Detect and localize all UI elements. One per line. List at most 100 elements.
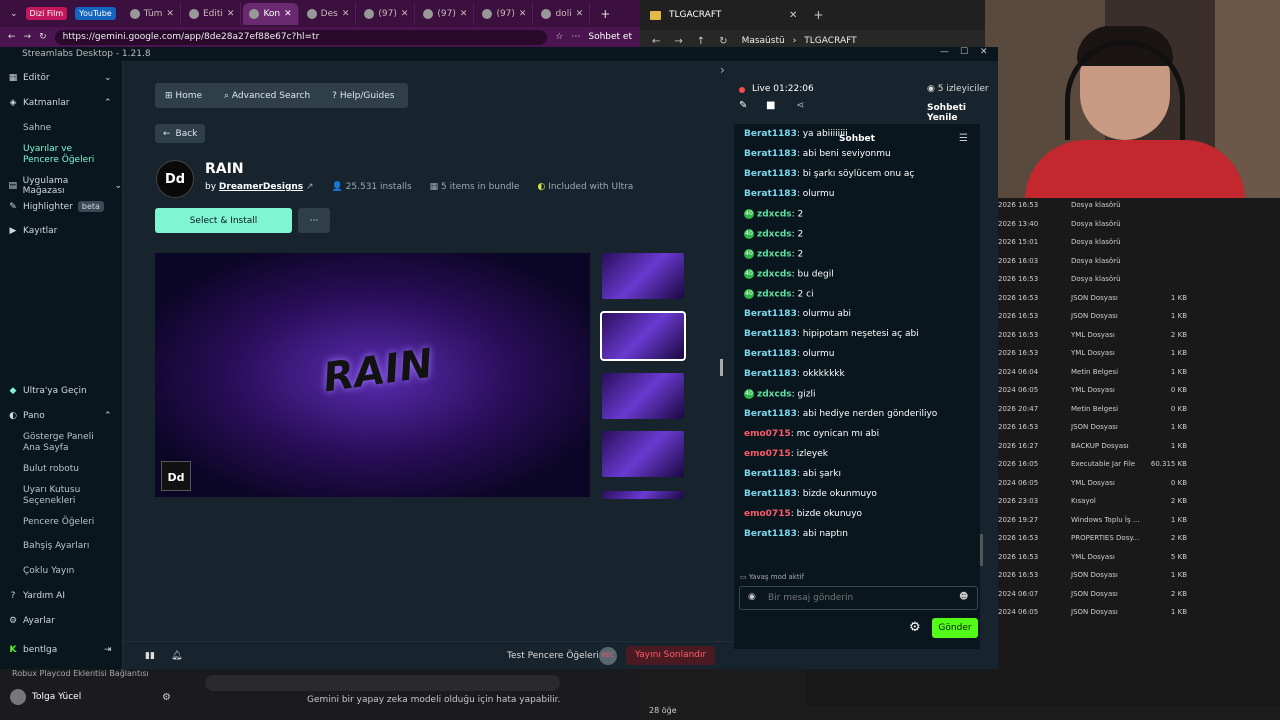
end-stream-button[interactable]: Yayını Sonlandır bbox=[626, 646, 716, 665]
browser-tab[interactable]: doli ✕ bbox=[535, 2, 591, 25]
chat-username[interactable]: emo0715 bbox=[744, 509, 791, 519]
file-size[interactable]: 60.315 KB bbox=[1143, 460, 1187, 468]
thumbnail[interactable] bbox=[602, 253, 684, 299]
chat-username[interactable]: Berat1183 bbox=[744, 329, 797, 339]
emoji-icon[interactable]: ☻ bbox=[959, 592, 968, 602]
bookmark-0[interactable]: Dizi Film bbox=[25, 7, 68, 20]
chat-username[interactable]: emo0715 bbox=[744, 449, 791, 459]
thumbnail[interactable] bbox=[600, 311, 686, 361]
file-type[interactable]: Metin Belgesi bbox=[1071, 368, 1118, 376]
file-type[interactable]: JSON Dosyası bbox=[1071, 590, 1118, 598]
close-tab-icon[interactable]: ✕ bbox=[519, 9, 527, 19]
file-type[interactable]: Metin Belgesi bbox=[1071, 405, 1118, 413]
breadcrumb-item[interactable]: TLGACRAFT bbox=[804, 36, 856, 46]
forward-arrow-icon[interactable]: → bbox=[674, 36, 682, 47]
sohbet-et-button[interactable]: Sohbet et bbox=[588, 32, 632, 42]
browser-bottom-tab[interactable]: Robux Playcod Eklentisi Bağlantısı bbox=[12, 669, 149, 678]
close-tab-icon[interactable]: ✕ bbox=[401, 9, 409, 19]
close-tab-icon[interactable]: ✕ bbox=[342, 9, 350, 19]
sidebar-dash-item[interactable]: Pencere Öğeleri bbox=[23, 517, 108, 528]
chat-username[interactable]: Berat1183 bbox=[744, 189, 797, 199]
close-tab-icon[interactable]: ✕ bbox=[166, 9, 174, 19]
chat-username[interactable]: Berat1183 bbox=[744, 309, 797, 319]
file-size[interactable]: 2 KB bbox=[1143, 497, 1187, 505]
file-type[interactable]: JSON Dosyası bbox=[1071, 294, 1118, 302]
close-icon[interactable]: ✕ bbox=[980, 47, 988, 57]
file-size[interactable]: 5 KB bbox=[1143, 553, 1187, 561]
close-tab-icon[interactable]: ✕ bbox=[576, 9, 584, 19]
close-icon[interactable]: ✕ bbox=[789, 10, 797, 21]
chat-username[interactable]: Berat1183 bbox=[744, 469, 797, 479]
browser-tab[interactable]: (97) ✕ bbox=[476, 2, 534, 25]
sidebar-dash-item[interactable]: Uyarı Kutusu Seçenekleri bbox=[23, 485, 108, 507]
file-date[interactable]: 2026 19:27 bbox=[998, 516, 1038, 524]
sidebar-item-ultra[interactable]: ◆ Ultra'ya Geçin bbox=[8, 386, 87, 396]
file-date[interactable]: 2026 16:53 bbox=[998, 423, 1038, 431]
reload-icon[interactable]: ↻ bbox=[39, 32, 47, 42]
file-type[interactable]: Windows Toplu İş ... bbox=[1071, 516, 1140, 524]
new-tab-icon[interactable]: + bbox=[813, 8, 823, 22]
file-date[interactable]: 2026 16:05 bbox=[998, 460, 1038, 468]
breadcrumb-item[interactable]: Masaüstü bbox=[742, 36, 785, 46]
file-size[interactable]: 1 KB bbox=[1143, 294, 1187, 302]
file-size[interactable]: 1 KB bbox=[1143, 423, 1187, 431]
file-date[interactable]: 2026 13:40 bbox=[998, 220, 1038, 228]
file-date[interactable]: 2026 16:53 bbox=[998, 275, 1038, 283]
file-date[interactable]: 2026 16:53 bbox=[998, 534, 1038, 542]
browser-tab[interactable]: Editi ✕ bbox=[183, 2, 242, 25]
file-type[interactable]: YML Dosyası bbox=[1071, 386, 1115, 394]
menu-dots-icon[interactable]: ⋯ bbox=[571, 32, 580, 42]
close-tab-icon[interactable]: ✕ bbox=[227, 9, 235, 19]
sidebar-item-scene[interactable]: Sahne bbox=[23, 123, 51, 133]
address-input[interactable]: https://gemini.google.com/app/8de28a27ef… bbox=[54, 29, 548, 45]
file-date[interactable]: 2026 16:53 bbox=[998, 349, 1038, 357]
thumbnail[interactable] bbox=[602, 373, 684, 419]
file-size[interactable]: 0 KB bbox=[1143, 479, 1187, 487]
minimize-icon[interactable]: — bbox=[940, 47, 949, 57]
file-size[interactable]: 1 KB bbox=[1143, 312, 1187, 320]
file-date[interactable]: 2026 16:53 bbox=[998, 553, 1038, 561]
browser-tab[interactable]: (97) ✕ bbox=[358, 2, 416, 25]
sidebar-item-dashboard[interactable]: ◐ Pano ⌃ bbox=[8, 411, 111, 421]
nav-home[interactable]: ⊞ Home bbox=[165, 91, 202, 101]
new-tab-icon[interactable]: + bbox=[592, 7, 618, 21]
chat-username[interactable]: zdxcds bbox=[757, 250, 792, 260]
file-date[interactable]: 2026 16:53 bbox=[998, 312, 1038, 320]
sidebar-item-recordings[interactable]: ▶ Kayıtlar bbox=[8, 226, 58, 236]
browser-tab[interactable]: Tüm ✕ bbox=[124, 2, 181, 25]
chat-input[interactable] bbox=[739, 586, 978, 610]
bookmark-1[interactable]: YouTube bbox=[75, 7, 116, 20]
file-size[interactable]: 1 KB bbox=[1143, 349, 1187, 357]
file-type[interactable]: Dosya klasörü bbox=[1071, 275, 1121, 283]
sidebar-item-appstore[interactable]: ▤ Uygulama Mağazası ⌄ bbox=[8, 176, 122, 196]
back-arrow-icon[interactable]: ← bbox=[8, 32, 16, 42]
up-arrow-icon[interactable]: ↑ bbox=[697, 36, 705, 47]
browser-tab[interactable]: Kon ✕ bbox=[243, 2, 299, 25]
file-size[interactable]: 1 KB bbox=[1143, 571, 1187, 579]
file-type[interactable]: YML Dosyası bbox=[1071, 479, 1115, 487]
select-install-button[interactable]: Select & Install bbox=[155, 208, 292, 233]
sidebar-item-user[interactable]: Kbentlga ⇥ bbox=[8, 645, 112, 655]
file-date[interactable]: 2026 16:53 bbox=[998, 201, 1038, 209]
file-size[interactable]: 1 KB bbox=[1143, 442, 1187, 450]
file-type[interactable]: Dosya klasörü bbox=[1071, 220, 1121, 228]
chat-username[interactable]: Berat1183 bbox=[744, 529, 797, 539]
file-date[interactable]: 2024 06:05 bbox=[998, 608, 1038, 616]
file-type[interactable]: Dosya klasörü bbox=[1071, 238, 1121, 246]
file-date[interactable]: 2026 16:53 bbox=[998, 331, 1038, 339]
send-button[interactable]: Gönder bbox=[932, 618, 978, 638]
file-type[interactable]: JSON Dosyası bbox=[1071, 312, 1118, 320]
external-link-icon[interactable]: ↗ bbox=[306, 182, 314, 192]
file-type[interactable]: JSON Dosyası bbox=[1071, 608, 1118, 616]
nav-help[interactable]: ? Help/Guides bbox=[332, 91, 394, 101]
gear-icon[interactable]: ⚙ bbox=[909, 620, 921, 635]
nav-advanced-search[interactable]: ⌕ Advanced Search bbox=[224, 91, 310, 101]
forward-arrow-icon[interactable]: → bbox=[24, 32, 32, 42]
file-date[interactable]: 2024 06:05 bbox=[998, 479, 1038, 487]
pencil-icon[interactable]: ✎ bbox=[739, 100, 747, 111]
refresh-chat-button[interactable]: Sohbeti Yenile bbox=[927, 103, 998, 123]
file-type[interactable]: Kısayol bbox=[1071, 497, 1096, 505]
chat-scrollbar[interactable] bbox=[980, 534, 983, 566]
sidebar-item-help[interactable]: ? Yardım AI bbox=[8, 591, 65, 601]
file-size[interactable]: 1 KB bbox=[1143, 368, 1187, 376]
